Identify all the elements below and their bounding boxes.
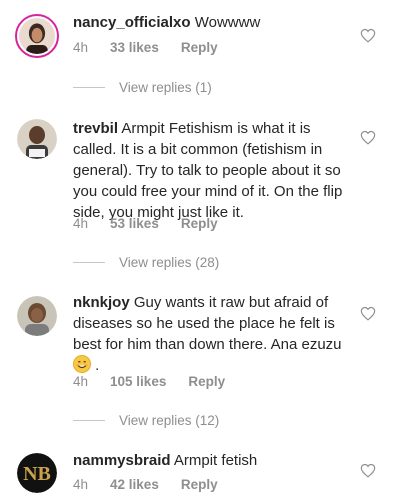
heart-icon[interactable] [360,463,376,478]
like-count[interactable]: 42 likes [110,477,159,492]
comment-body: Armpit fetish [173,452,258,469]
comment-text: trevbil Armpit Fetishism is what it is c… [73,118,358,223]
username[interactable]: nancy_officialxo [73,14,191,31]
view-replies-button[interactable]: View replies (28) [73,255,219,270]
comment-meta: 4h 105 likes Reply [73,374,225,389]
like-count[interactable]: 105 likes [110,374,166,389]
divider [73,87,105,88]
user-photo: NB [17,453,57,493]
like-count[interactable]: 33 likes [110,40,159,55]
avatar[interactable]: NB [17,453,57,493]
comment-body: Wowwww [194,14,261,31]
comment-text: nknkjoy Guy wants it raw but afraid of d… [73,292,358,376]
view-replies-label: View replies (28) [119,255,220,270]
comment-time: 4h [73,477,89,492]
comment-time: 4h [73,216,89,231]
user-photo [17,296,57,336]
heart-icon[interactable] [360,28,376,43]
comment-text: nancy_officialxo Wowwww [73,12,358,33]
reply-button[interactable]: Reply [181,216,218,231]
view-replies-button[interactable]: View replies (1) [73,80,212,95]
comment-text: nammysbraid Armpit fetish [73,450,358,471]
user-photo [17,119,57,159]
avatar[interactable] [17,296,57,336]
user-photo [19,18,55,56]
view-replies-label: View replies (12) [119,413,220,428]
avatar[interactable] [17,119,57,159]
divider [73,262,105,263]
reply-button[interactable]: Reply [188,374,225,389]
view-replies-button[interactable]: View replies (12) [73,413,219,428]
divider [73,420,105,421]
username[interactable]: trevbil [73,120,118,137]
reply-button[interactable]: Reply [181,40,218,55]
view-replies-label: View replies (1) [119,80,212,95]
like-count[interactable]: 53 likes [110,216,159,231]
logo-mark: NB [23,463,51,485]
comment-meta: 4h 42 likes Reply [73,477,218,492]
username[interactable]: nknkjoy [73,294,130,311]
avatar[interactable] [15,14,59,58]
comment-time: 4h [73,40,89,55]
heart-icon[interactable] [360,306,376,321]
heart-icon[interactable] [360,130,376,145]
comment-punctuation: . [95,357,100,374]
comment-time: 4h [73,374,89,389]
reply-button[interactable]: Reply [181,477,218,492]
username[interactable]: nammysbraid [73,452,171,469]
comment-meta: 4h 53 likes Reply [73,216,218,231]
smiling-face-emoji-icon [73,355,91,373]
comment-meta: 4h 33 likes Reply [73,40,218,55]
